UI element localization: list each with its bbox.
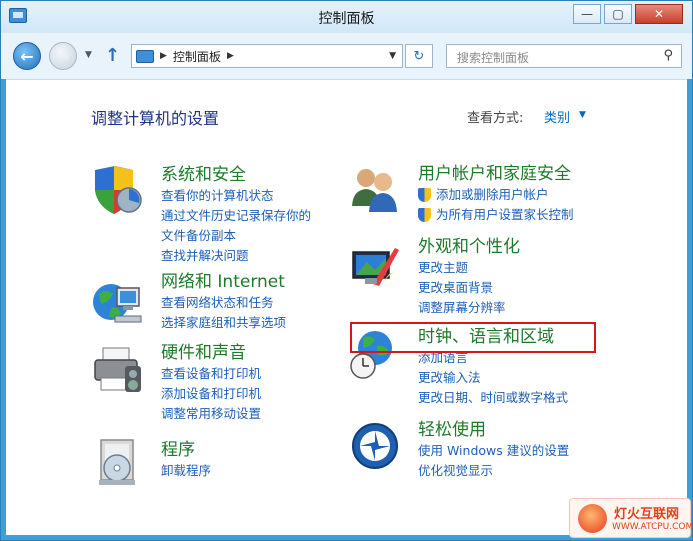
category-title[interactable]: 硬件和声音 [161, 343, 261, 364]
chevron-down-icon[interactable]: ▼ [579, 110, 586, 120]
link-file-history-cont[interactable]: 文件备份副本 [161, 226, 311, 246]
control-panel-icon [136, 49, 154, 63]
link-homegroup[interactable]: 选择家庭组和共享选项 [161, 313, 286, 333]
link-uninstall-program[interactable]: 卸载程序 [161, 461, 211, 481]
highlight-box [350, 322, 596, 353]
breadcrumb-control-panel[interactable]: 控制面板 [173, 48, 221, 65]
link-optimize-visual[interactable]: 优化视觉显示 [418, 461, 569, 481]
view-by-dropdown[interactable]: 类别 [544, 107, 570, 126]
chevron-right-icon[interactable]: ▶ [160, 51, 167, 61]
link-file-history[interactable]: 通过文件历史记录保存你的 [161, 206, 311, 226]
category-title[interactable]: 程序 [161, 440, 211, 461]
link-troubleshoot[interactable]: 查找并解决问题 [161, 246, 311, 266]
category-title[interactable]: 网络和 Internet [161, 272, 286, 293]
link-desktop-background[interactable]: 更改桌面背景 [418, 278, 520, 298]
link-add-remove-users[interactable]: 添加或删除用户帐户 [418, 185, 574, 205]
category-network-internet: 网络和 Internet 查看网络状态和任务 选择家庭组和共享选项 [161, 272, 286, 333]
category-appearance: 外观和个性化 更改主题 更改桌面背景 调整屏幕分辨率 [418, 237, 520, 318]
maximize-button[interactable]: ▢ [604, 4, 632, 24]
appearance-icon[interactable] [349, 240, 401, 292]
refresh-button[interactable]: ↻ [405, 44, 433, 68]
programs-icon[interactable] [91, 436, 143, 488]
watermark-url: WWW.ATCPU.COM [612, 522, 693, 532]
link-network-status[interactable]: 查看网络状态和任务 [161, 293, 286, 313]
control-panel-window: 控制面板 — ▢ ✕ ← → ▼ ↑ ▶ 控制面板 ▶ ▼ ↻ 搜索控制面板 ⚲… [0, 0, 693, 541]
link-screen-resolution[interactable]: 调整屏幕分辨率 [418, 298, 520, 318]
address-bar[interactable]: ▶ 控制面板 ▶ ▼ [131, 44, 403, 68]
navigation-bar: ← → ▼ ↑ ▶ 控制面板 ▶ ▼ ↻ 搜索控制面板 ⚲ [1, 33, 692, 79]
watermark-logo: 灯火互联网 WWW.ATCPU.COM [569, 498, 693, 538]
link-change-date-time[interactable]: 更改日期、时间或数字格式 [418, 388, 568, 408]
system-security-icon[interactable] [91, 164, 143, 216]
forward-button[interactable]: → [49, 42, 77, 70]
up-button[interactable]: ↑ [105, 45, 120, 66]
ease-of-access-icon[interactable] [349, 420, 401, 472]
link-parental-controls[interactable]: 为所有用户设置家长控制 [418, 205, 574, 225]
link-change-theme[interactable]: 更改主题 [418, 258, 520, 278]
category-hardware-sound: 硬件和声音 查看设备和打印机 添加设备和打印机 调整常用移动设置 [161, 343, 261, 424]
link-view-computer-status[interactable]: 查看你的计算机状态 [161, 186, 311, 206]
hardware-printer-icon[interactable] [91, 344, 143, 396]
watermark-text: 灯火互联网 [614, 507, 680, 522]
link-mobility-settings[interactable]: 调整常用移动设置 [161, 404, 261, 424]
category-title[interactable]: 系统和安全 [161, 165, 311, 186]
link-change-input-method[interactable]: 更改输入法 [418, 368, 568, 388]
chevron-right-icon[interactable]: ▶ [227, 51, 234, 61]
main-content: 调整计算机的设置 查看方式: 类别 ▼ 系统和安全 查看你的计算机状态 通过文件… [6, 79, 687, 535]
title-bar[interactable]: 控制面板 — ▢ ✕ [1, 1, 692, 33]
page-title: 调整计算机的设置 [91, 109, 220, 128]
category-title[interactable]: 外观和个性化 [418, 237, 520, 258]
search-placeholder: 搜索控制面板 [457, 51, 530, 65]
minimize-button[interactable]: — [573, 4, 601, 24]
address-dropdown-icon[interactable]: ▼ [389, 51, 396, 61]
search-icon[interactable]: ⚲ [663, 48, 673, 63]
category-user-accounts: 用户帐户和家庭安全 添加或删除用户帐户 为所有用户设置家长控制 [418, 164, 574, 225]
category-title[interactable]: 用户帐户和家庭安全 [418, 164, 574, 185]
link-add-device[interactable]: 添加设备和打印机 [161, 384, 261, 404]
close-button[interactable]: ✕ [635, 4, 683, 24]
user-accounts-icon[interactable] [349, 162, 401, 214]
link-view-devices[interactable]: 查看设备和打印机 [161, 364, 261, 384]
category-programs: 程序 卸载程序 [161, 440, 211, 481]
flame-icon [578, 504, 607, 533]
search-input[interactable]: 搜索控制面板 ⚲ [446, 44, 682, 68]
link-recommended-settings[interactable]: 使用 Windows 建议的设置 [418, 441, 569, 461]
category-title[interactable]: 轻松使用 [418, 420, 569, 441]
view-by-label: 查看方式: [467, 111, 524, 126]
category-ease-of-access: 轻松使用 使用 Windows 建议的设置 优化视觉显示 [418, 420, 569, 481]
category-system-security: 系统和安全 查看你的计算机状态 通过文件历史记录保存你的 文件备份副本 查找并解… [161, 165, 311, 266]
back-button[interactable]: ← [13, 42, 41, 70]
network-globe-icon[interactable] [91, 276, 143, 328]
recent-pages-dropdown[interactable]: ▼ [85, 50, 92, 60]
